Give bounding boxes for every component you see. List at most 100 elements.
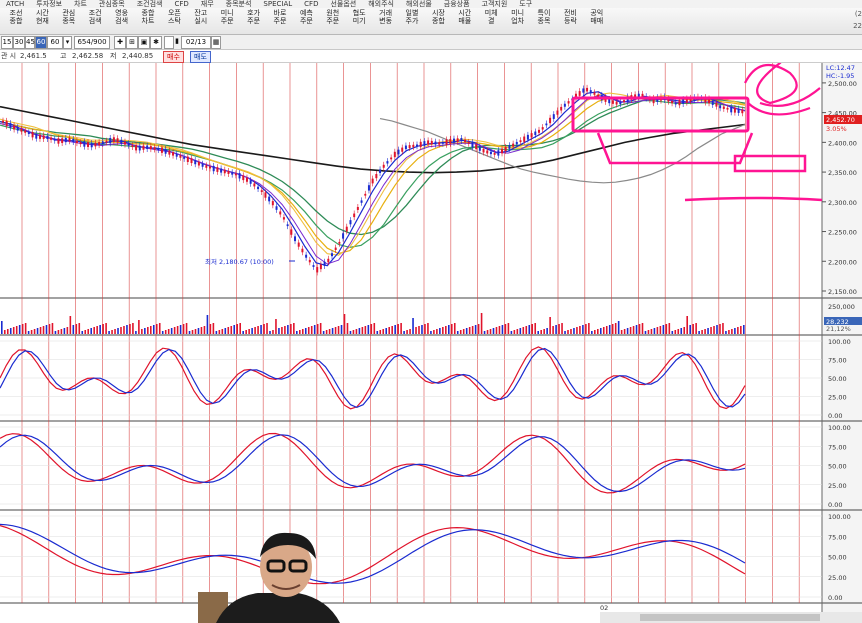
volume-bar	[471, 326, 474, 334]
crosshair-tool-icon[interactable]: ✚	[114, 36, 126, 49]
toolbar-button-6[interactable]: 오픈 스탁	[162, 9, 186, 33]
period-60-button[interactable]: 60	[35, 36, 47, 49]
volume-bar	[164, 330, 167, 334]
price-axis-label: 2,350.00	[828, 169, 857, 177]
toolbar-button-13[interactable]: 협도 미기	[347, 9, 371, 33]
toolbar-button-19[interactable]: 미니 업차	[506, 9, 530, 33]
volume-bar	[450, 324, 453, 334]
period-45-button[interactable]: 45	[25, 36, 35, 49]
option-checkbox[interactable]	[164, 36, 174, 49]
candle-body	[671, 100, 674, 104]
menu-item-12[interactable]: 해외선물	[406, 0, 432, 8]
toolbar-button-3[interactable]: 조건 검색	[83, 9, 107, 33]
volume-bar	[442, 327, 444, 334]
candle-body	[356, 206, 359, 210]
candle-body	[42, 135, 45, 139]
toolbar-button-17[interactable]: 시간 매물	[453, 9, 477, 33]
count-dropdown-button[interactable]: ▾	[63, 36, 72, 49]
menu-item-2[interactable]: 차트	[74, 0, 87, 8]
menu-item-11[interactable]: 해외주식	[368, 0, 394, 8]
bars-count-field[interactable]: 654/900	[74, 36, 110, 49]
menu-item-9[interactable]: CFD	[304, 0, 318, 8]
volume-bar	[391, 326, 393, 334]
save-tool-icon[interactable]: ▣	[138, 36, 150, 49]
toolbar-button-14[interactable]: 거래 변동	[374, 9, 398, 33]
toolbar-button-21[interactable]: 전비 등락	[558, 9, 582, 33]
toolbar-button-15[interactable]: 일별 주가	[400, 9, 424, 33]
volume-bar	[316, 324, 319, 334]
candle-body	[504, 146, 507, 152]
volume-bar	[564, 331, 566, 334]
volume-bar	[665, 324, 668, 334]
menu-item-4[interactable]: 조건검색	[137, 0, 163, 8]
menu-item-3[interactable]: 관심종목	[99, 0, 125, 8]
toolbar-button-2[interactable]: 관심 종목	[57, 9, 81, 33]
menu-item-13[interactable]: 금융상품	[444, 0, 470, 8]
volume-bar	[319, 323, 322, 334]
volume-bar	[379, 330, 382, 334]
menu-item-15[interactable]: 도구	[519, 0, 532, 8]
volume-bar	[278, 328, 280, 334]
toolbar-button-8[interactable]: 미니 주문	[215, 9, 239, 33]
calendar-icon[interactable]: ▦	[211, 36, 221, 49]
toolbar-button-1[interactable]: 시간 현재	[30, 9, 54, 33]
volume-bar	[227, 327, 230, 334]
volume-bar	[3, 330, 6, 334]
toolbar-button-10[interactable]: 바로 주문	[268, 9, 292, 33]
volume-bar	[212, 323, 215, 334]
sell-button[interactable]: 매도	[190, 51, 211, 63]
toolbar-button-11[interactable]: 예측 주문	[294, 9, 318, 33]
volume-bar	[239, 323, 241, 334]
menu-item-7[interactable]: 종목분석	[226, 0, 252, 8]
volume-bar	[528, 325, 531, 334]
menu-item-8[interactable]: SPECIAL	[263, 0, 292, 8]
zoom-tool-icon[interactable]: ⊞	[126, 36, 138, 49]
count-input[interactable]: 60	[47, 36, 63, 49]
menu-item-10[interactable]: 선물옵션	[330, 0, 356, 8]
candle-body	[719, 105, 722, 109]
toolbar-button-16[interactable]: 시장 종합	[426, 9, 450, 33]
menu-item-1[interactable]: 투자정보	[36, 0, 62, 8]
toolbar-button-label-top: 관심	[62, 9, 76, 17]
candle-body	[160, 147, 163, 153]
buy-button[interactable]: 매수	[163, 51, 184, 63]
candle-body	[722, 106, 725, 109]
candle-body	[201, 163, 204, 167]
pause-icon[interactable]: ▮	[174, 36, 180, 47]
candle-body	[578, 91, 581, 96]
toolbar-button-0[interactable]: 조선 종합	[4, 9, 28, 33]
candle-body	[353, 213, 356, 218]
period-15-button[interactable]: 15	[1, 36, 13, 49]
osc-axis-label: 75.00	[828, 357, 847, 365]
menu-item-5[interactable]: CFD	[174, 0, 188, 8]
toolbar-button-5[interactable]: 종합 차트	[136, 9, 160, 33]
chart-area[interactable]: 2,500.002,450.002,400.002,350.002,300.00…	[0, 63, 862, 623]
volume-bar	[206, 315, 209, 334]
candle-body	[537, 129, 540, 133]
settings-tool-icon[interactable]: ✱	[150, 36, 162, 49]
toolbar-button-12[interactable]: 원천 주문	[321, 9, 345, 33]
toolbar-button-7[interactable]: 잔고 실시	[189, 9, 213, 33]
volume-bar	[650, 329, 653, 334]
toolbar-button-20[interactable]: 특이 종목	[532, 9, 556, 33]
menu-item-14[interactable]: 고객지원	[482, 0, 508, 8]
toolbar-button-18[interactable]: 미체 결	[479, 9, 503, 33]
volume-bar	[147, 327, 149, 334]
candle-body	[608, 99, 611, 104]
volume-bar	[605, 326, 608, 334]
toolbar-button-label-bottom: 주문	[220, 17, 234, 25]
menu-item-6[interactable]: 재무	[201, 0, 214, 8]
toolbar-button-9[interactable]: 호가 주문	[242, 9, 266, 33]
toolbar-button-22[interactable]: 공익 매매	[585, 9, 609, 33]
toolbar-button-4[interactable]: 영웅 검색	[110, 9, 134, 33]
candle-body	[312, 265, 315, 267]
candle-body	[541, 127, 544, 130]
candle-body	[486, 150, 489, 154]
period-30-button[interactable]: 30	[13, 36, 25, 49]
volume-bar	[453, 323, 456, 334]
date-field[interactable]: 02/13	[181, 36, 211, 49]
candle-body	[268, 196, 271, 202]
volume-bar	[501, 325, 504, 334]
menu-item-0[interactable]: ATCH	[6, 0, 24, 8]
osc-axis-label: 75.00	[828, 443, 847, 451]
